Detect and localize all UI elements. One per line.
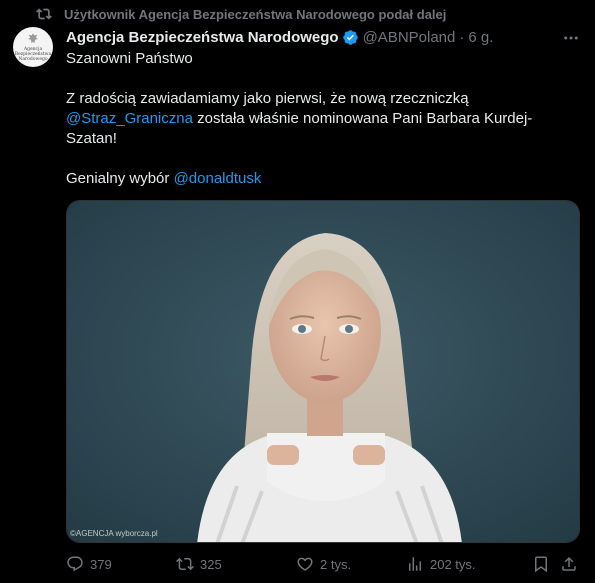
repost-icon [36,8,52,20]
tweet-header: Agencja Bezpieczeństwa Narodowego @ABNPo… [66,27,493,47]
eagle-emblem-icon [28,33,38,44]
views-chart-icon [409,557,421,571]
mention-link[interactable]: @Straz_Graniczna [66,110,193,127]
portrait-image [67,201,579,542]
like-button[interactable]: 2 tys. [296,553,351,575]
tweet-actions: 379 325 2 tys. 202 tys. [66,553,580,575]
tweet-paragraph: Genialny wybór @donaldtusk [66,169,546,189]
author-name[interactable]: Agencja Bezpieczeństwa Narodowego [66,29,339,46]
photo-credit: ©AGENCJA wyborcza.pl [70,529,158,538]
views-count: 202 tys. [430,556,476,572]
author-handle[interactable]: @ABNPoland [363,29,456,46]
tweet-paragraph: Z radością zawiadamiamy jako pierwsi, że… [66,89,546,149]
more-options-button[interactable] [561,29,581,47]
bookmark-icon [535,556,547,573]
tweet-text-fragment: Genialny wybór [66,170,174,187]
avatar-caption: Agencja Bezpieczeństwa Narodowego [14,47,52,62]
tweet-photo[interactable]: ©AGENCJA wyborcza.pl [66,200,580,543]
repost-indicator[interactable]: Użytkownik Agencja Bezpieczeństwa Narodo… [36,5,446,23]
share-button[interactable] [560,553,584,575]
separator-dot: · [459,28,465,46]
repost-icon [176,557,194,571]
reply-count: 379 [90,556,112,572]
like-count: 2 tys. [320,556,352,572]
more-icon [564,36,578,40]
mention-link[interactable]: @donaldtusk [174,170,262,187]
tweet-line-greeting: Szanowni Państwo [66,50,193,67]
repost-button[interactable]: 325 [176,553,222,575]
heart-icon [297,557,313,571]
reply-icon [67,556,83,572]
tweet-text-fragment: Z radością zawiadamiamy jako pierwsi, że… [66,90,469,107]
views-button[interactable]: 202 tys. [406,553,476,575]
verified-badge-icon [342,29,358,45]
tweet-text: Szanowni Państwo Z radością zawiadamiamy… [66,49,546,189]
repost-count: 325 [200,556,222,572]
reply-button[interactable]: 379 [66,553,112,575]
timestamp[interactable]: 6 g. [468,29,493,46]
avatar[interactable]: Agencja Bezpieczeństwa Narodowego [13,27,53,67]
bookmark-button[interactable] [532,553,556,575]
share-icon [562,556,576,571]
repost-label: Użytkownik Agencja Bezpieczeństwa Narodo… [64,6,447,22]
